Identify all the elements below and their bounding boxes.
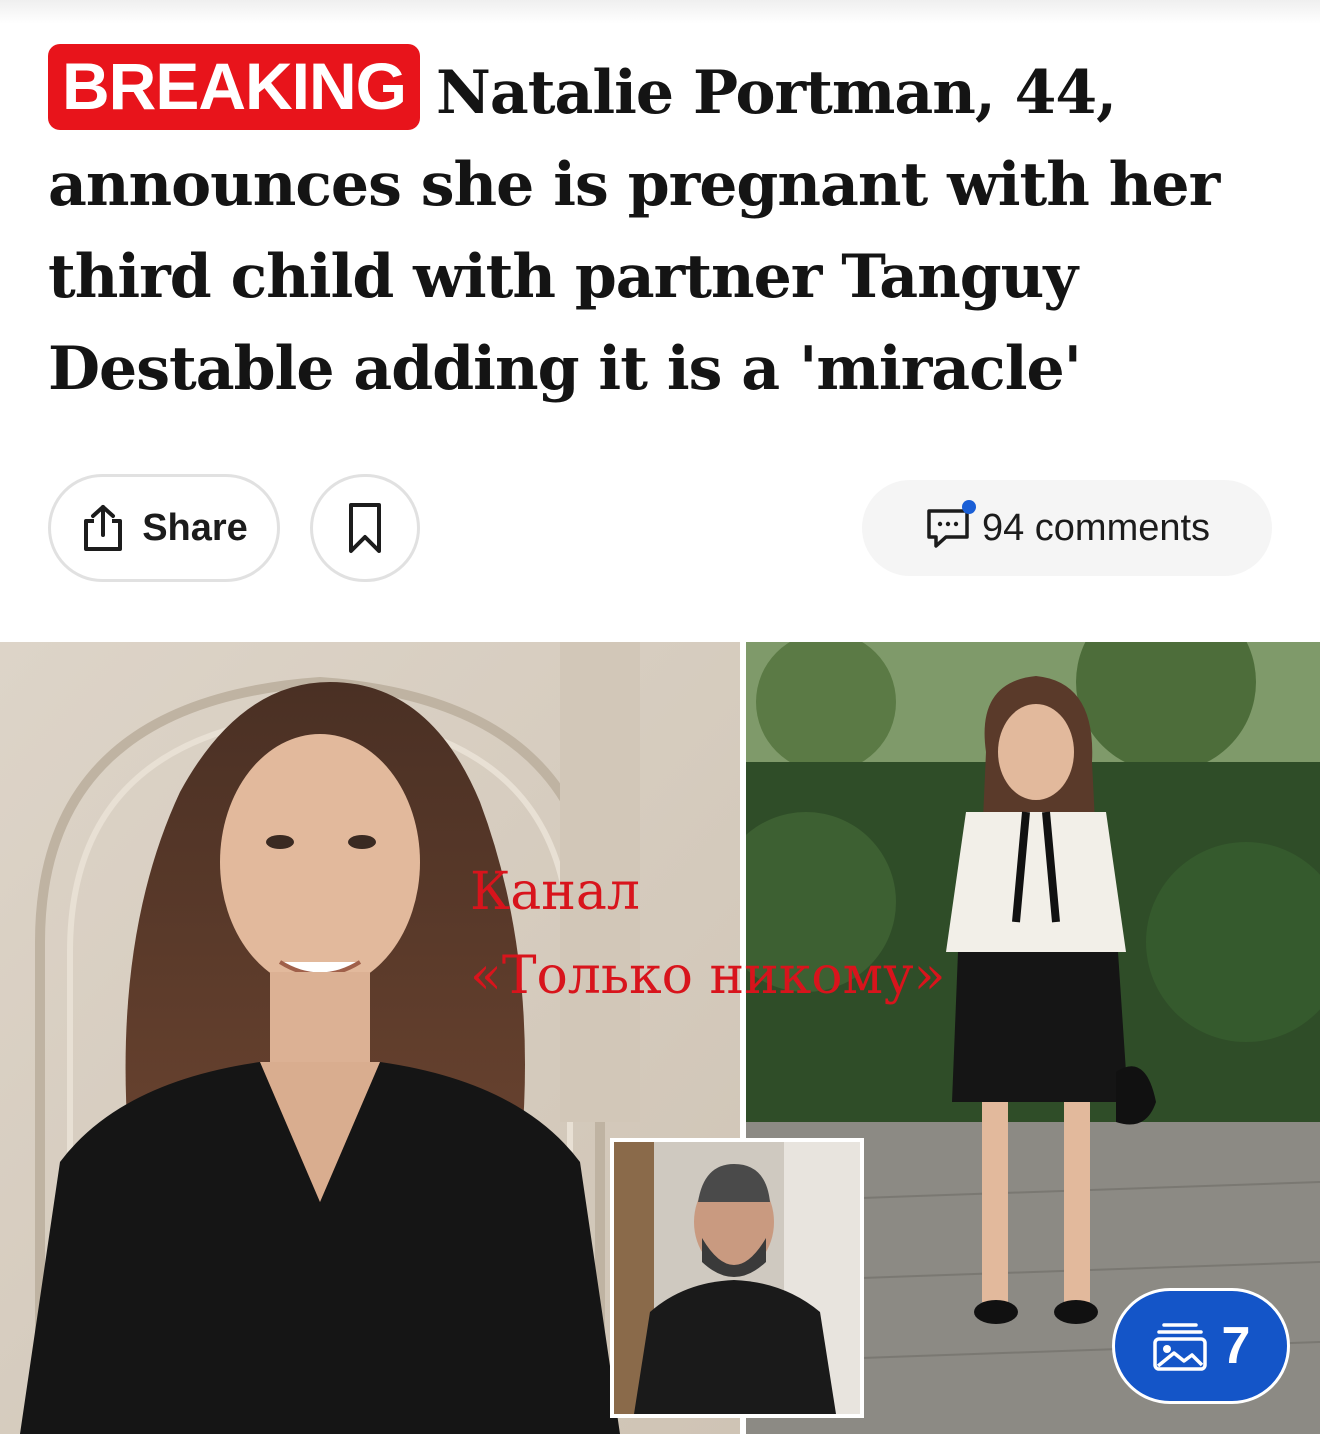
gallery-count-button[interactable]: 7 [1112,1288,1290,1404]
comments-button[interactable]: 94 comments [862,480,1272,576]
bookmark-icon [345,501,385,555]
breaking-badge: BREAKING [48,44,421,130]
share-button[interactable]: Share [48,474,280,582]
bookmark-button[interactable] [310,474,420,582]
partner-inset-photo [610,1138,864,1418]
gallery-count-number: 7 [1221,1317,1251,1375]
article-photo-gallery[interactable]: Канал «Только никому» 7 [0,642,1320,1434]
comments-count-label: 94 comments [981,506,1211,549]
comment-bubble-icon [924,500,976,550]
unread-dot [961,500,976,514]
gallery-images-icon [1152,1321,1208,1371]
share-icon [80,503,126,553]
article-action-bar: Share 94 comments [0,470,1320,590]
share-label: Share [142,506,248,549]
status-bar-fade [0,0,1320,24]
article-headline: BREAKING Natalie Portman, 44, announces s… [48,44,1288,415]
